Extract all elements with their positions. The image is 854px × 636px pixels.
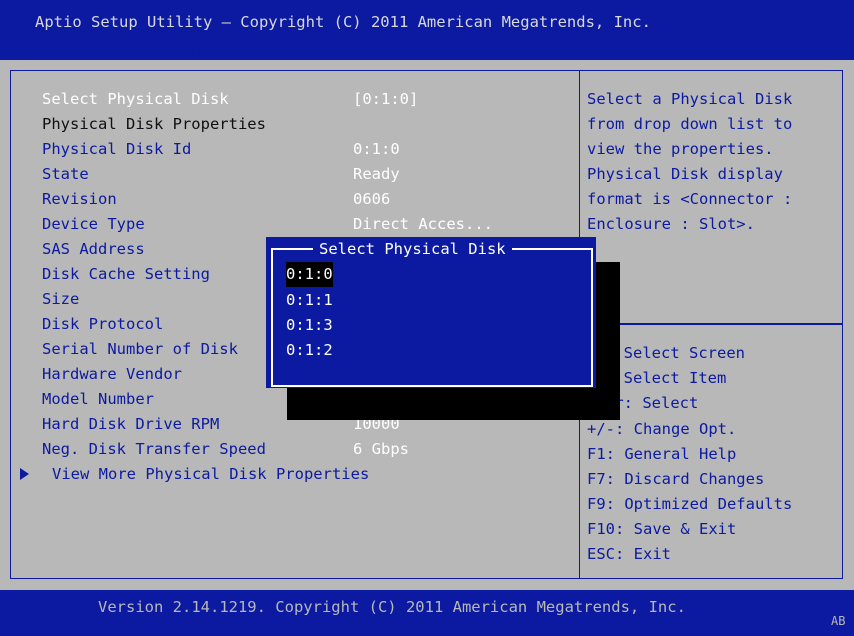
key-hint: Select Screen xyxy=(605,344,745,362)
properties-heading: Physical Disk Properties xyxy=(42,115,266,133)
row-label: Device Type xyxy=(42,215,145,233)
submenu-arrow-icon xyxy=(20,468,29,480)
help-line: Select a Physical Disk xyxy=(587,90,793,108)
dialog-option[interactable]: 0:1:2 xyxy=(286,338,333,363)
dialog-option[interactable]: 0:1:1 xyxy=(286,288,333,313)
select-disk-value[interactable]: [0:1:0] xyxy=(353,87,418,112)
row-label: Neg. Disk Transfer Speed xyxy=(42,440,266,458)
dialog-shadow xyxy=(594,262,620,420)
row-label: SAS Address xyxy=(42,240,145,258)
row-value: 0606 xyxy=(353,190,391,208)
key-hint: +/-: Change Opt. xyxy=(587,420,737,438)
dialog-option[interactable]: 0:1:3 xyxy=(286,313,333,338)
app-title: Aptio Setup Utility – Copyright (C) 2011… xyxy=(35,13,651,31)
row-value: Ready xyxy=(353,165,400,183)
select-disk-label[interactable]: Select Physical Disk xyxy=(42,87,229,112)
row-label: Revision xyxy=(42,190,117,208)
key-hint: F7: Discard Changes xyxy=(587,470,765,488)
key-hint: F9: Optimized Defaults xyxy=(587,495,793,513)
key-hint: F10: Save & Exit xyxy=(587,520,737,538)
key-hint: ESC: Exit xyxy=(587,545,671,563)
row-label: State xyxy=(42,165,89,183)
row-label: Hardware Vendor xyxy=(42,365,182,383)
row-value: 0:1:0 xyxy=(353,140,400,158)
key-hint: F1: General Help xyxy=(587,445,737,463)
more-properties-link[interactable]: View More Physical Disk Properties xyxy=(52,462,369,487)
row-label: Disk Cache Setting xyxy=(42,265,210,283)
help-line: Physical Disk display xyxy=(587,165,783,183)
help-line: view the properties. xyxy=(587,140,774,158)
row-label: Serial Number of Disk xyxy=(42,340,238,358)
row-label: Model Number xyxy=(42,390,154,408)
row-label: Physical Disk Id xyxy=(42,140,192,158)
corner-label: AB xyxy=(831,614,846,628)
footer-text: Version 2.14.1219. Copyright (C) 2011 Am… xyxy=(98,598,686,616)
help-line: Enclosure : Slot>. xyxy=(587,215,755,233)
help-line: format is <Connector : xyxy=(587,190,793,208)
tab-label: LSI SAS2 MPT Controller Configuration xyxy=(46,39,392,57)
help-line: from drop down list to xyxy=(587,115,793,133)
dialog-title: Select Physical Disk xyxy=(313,237,512,262)
row-label: Hard Disk Drive RPM xyxy=(42,415,220,433)
row-value: 6 Gbps xyxy=(353,440,409,458)
key-hint: Select Item xyxy=(605,369,727,387)
row-value: Direct Acces... xyxy=(353,215,493,233)
dialog-option-selected[interactable]: 0:1:0 xyxy=(286,262,333,287)
row-label: Size xyxy=(42,290,80,308)
row-label: Disk Protocol xyxy=(42,315,164,333)
